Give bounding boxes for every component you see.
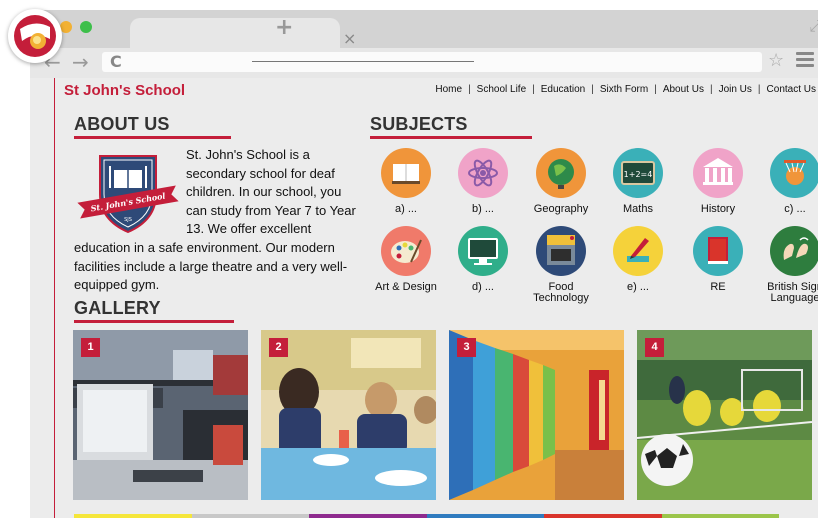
subject-tile[interactable]: a) ... xyxy=(367,148,445,215)
nav-school-life[interactable]: School Life xyxy=(477,84,526,95)
scripture-book-icon xyxy=(693,226,743,276)
about-section: St. John's School SJS St. John's School … xyxy=(74,146,364,295)
atom-icon xyxy=(458,148,508,198)
nav-separator: | xyxy=(468,84,471,95)
footer-color-strip xyxy=(74,514,779,518)
reload-icon[interactable]: C xyxy=(110,52,122,71)
browser-tab[interactable]: × xyxy=(130,18,356,48)
hamburger-menu-icon[interactable] xyxy=(796,52,814,70)
gallery-heading-underline xyxy=(74,320,234,323)
address-bar[interactable] xyxy=(102,52,762,72)
subject-label: RE xyxy=(710,281,726,293)
web-page: St John's School Home | School Life | Educat… xyxy=(30,78,818,518)
subject-tile[interactable]: b) ... xyxy=(444,148,522,215)
subject-tile[interactable]: Art & Design xyxy=(367,226,445,293)
nav-separator: | xyxy=(709,84,713,95)
color-strip-segment xyxy=(309,514,427,518)
new-tab-icon[interactable]: + xyxy=(275,15,293,40)
book-icon xyxy=(381,148,431,198)
subject-tile[interactable]: c) ... xyxy=(756,148,818,215)
forward-arrow-icon[interactable]: → xyxy=(72,50,89,74)
subject-label: History xyxy=(700,203,736,215)
calculator-icon: 1+2=4 xyxy=(613,148,663,198)
temple-icon xyxy=(693,148,743,198)
color-strip-segment xyxy=(74,514,192,518)
gallery-photo-dining-hall[interactable]: 2 xyxy=(261,330,436,500)
subjects-heading-underline xyxy=(370,136,532,139)
subject-label: Geography xyxy=(533,203,589,215)
subject-label: Food Technology xyxy=(533,281,589,304)
color-strip-segment xyxy=(544,514,662,518)
nav-sixth-form[interactable]: Sixth Form xyxy=(600,84,648,95)
oven-icon xyxy=(536,226,586,276)
subjects-heading: SUBJECTS xyxy=(370,114,468,134)
subject-tile[interactable]: e) ... xyxy=(599,226,677,293)
subject-label: e) ... xyxy=(626,281,649,293)
gallery-photo-lockers[interactable]: 3 xyxy=(449,330,624,500)
nav-separator: | xyxy=(757,84,761,95)
browser-toolbar: ← → C ☆ xyxy=(30,48,818,78)
subject-label: a) ... xyxy=(394,203,417,215)
photo-number-badge: 1 xyxy=(81,338,100,357)
subject-tile[interactable]: Geography xyxy=(522,148,600,215)
color-strip-segment xyxy=(661,514,779,518)
svg-text:1+2=4: 1+2=4 xyxy=(624,170,653,179)
about-heading-underline xyxy=(74,136,231,139)
nav-separator: | xyxy=(654,84,657,95)
nav-contact-us[interactable]: Contact Us xyxy=(767,84,816,95)
browser-logo-icon xyxy=(8,9,62,63)
subject-tile[interactable]: Food Technology xyxy=(522,226,600,304)
nav-home[interactable]: Home xyxy=(435,84,462,95)
basketball-icon xyxy=(770,148,818,198)
pencil-icon xyxy=(613,226,663,276)
address-text-placeholder xyxy=(252,61,474,62)
gallery-photo-computer-room[interactable]: 1 xyxy=(73,330,248,500)
gallery-photo-football-field[interactable]: 4 xyxy=(637,330,812,500)
school-crest-icon: St. John's School SJS xyxy=(77,155,179,234)
page-margin-line xyxy=(54,78,55,518)
subject-tile[interactable]: History xyxy=(679,148,757,215)
close-tab-icon[interactable]: × xyxy=(343,29,356,48)
about-heading: ABOUT US xyxy=(74,114,170,134)
nav-separator: | xyxy=(532,84,535,95)
nav-about-us[interactable]: About Us xyxy=(663,84,704,95)
monitor-icon xyxy=(458,226,508,276)
subject-tile[interactable]: d) ... xyxy=(444,226,522,293)
color-strip-segment xyxy=(191,514,309,518)
color-strip-segment xyxy=(426,514,544,518)
nav-join-us[interactable]: Join Us xyxy=(719,84,752,95)
globe-icon xyxy=(536,148,586,198)
subject-tile[interactable]: 1+2=4 Maths xyxy=(599,148,677,215)
subject-label: b) ... xyxy=(471,203,494,215)
zoom-window-icon[interactable] xyxy=(80,21,92,33)
site-title[interactable]: St John's School xyxy=(64,82,185,99)
subject-label: c) ... xyxy=(784,203,806,215)
bookmark-star-icon[interactable]: ☆ xyxy=(768,50,784,71)
main-navigation: Home | School Life | Education | Sixth Form | Ab… xyxy=(435,84,816,95)
photo-number-badge: 4 xyxy=(645,338,664,357)
subject-label: British Sign Language xyxy=(767,281,818,304)
subject-tile[interactable]: RE xyxy=(679,226,757,293)
crest-initials: SJS xyxy=(124,217,132,223)
subject-label: Art & Design xyxy=(375,281,437,293)
nav-education[interactable]: Education xyxy=(541,84,585,95)
subject-label: Maths xyxy=(623,203,653,215)
nav-separator: | xyxy=(591,84,594,95)
photo-number-badge: 2 xyxy=(269,338,288,357)
subject-label: d) ... xyxy=(471,281,494,293)
subject-tile[interactable]: British Sign Language xyxy=(756,226,818,304)
palette-icon xyxy=(381,226,431,276)
photo-number-badge: 3 xyxy=(457,338,476,357)
gallery-heading: GALLERY xyxy=(74,298,161,318)
fullscreen-icon[interactable]: ⤢ xyxy=(809,16,818,36)
sign-hands-icon xyxy=(770,226,818,276)
